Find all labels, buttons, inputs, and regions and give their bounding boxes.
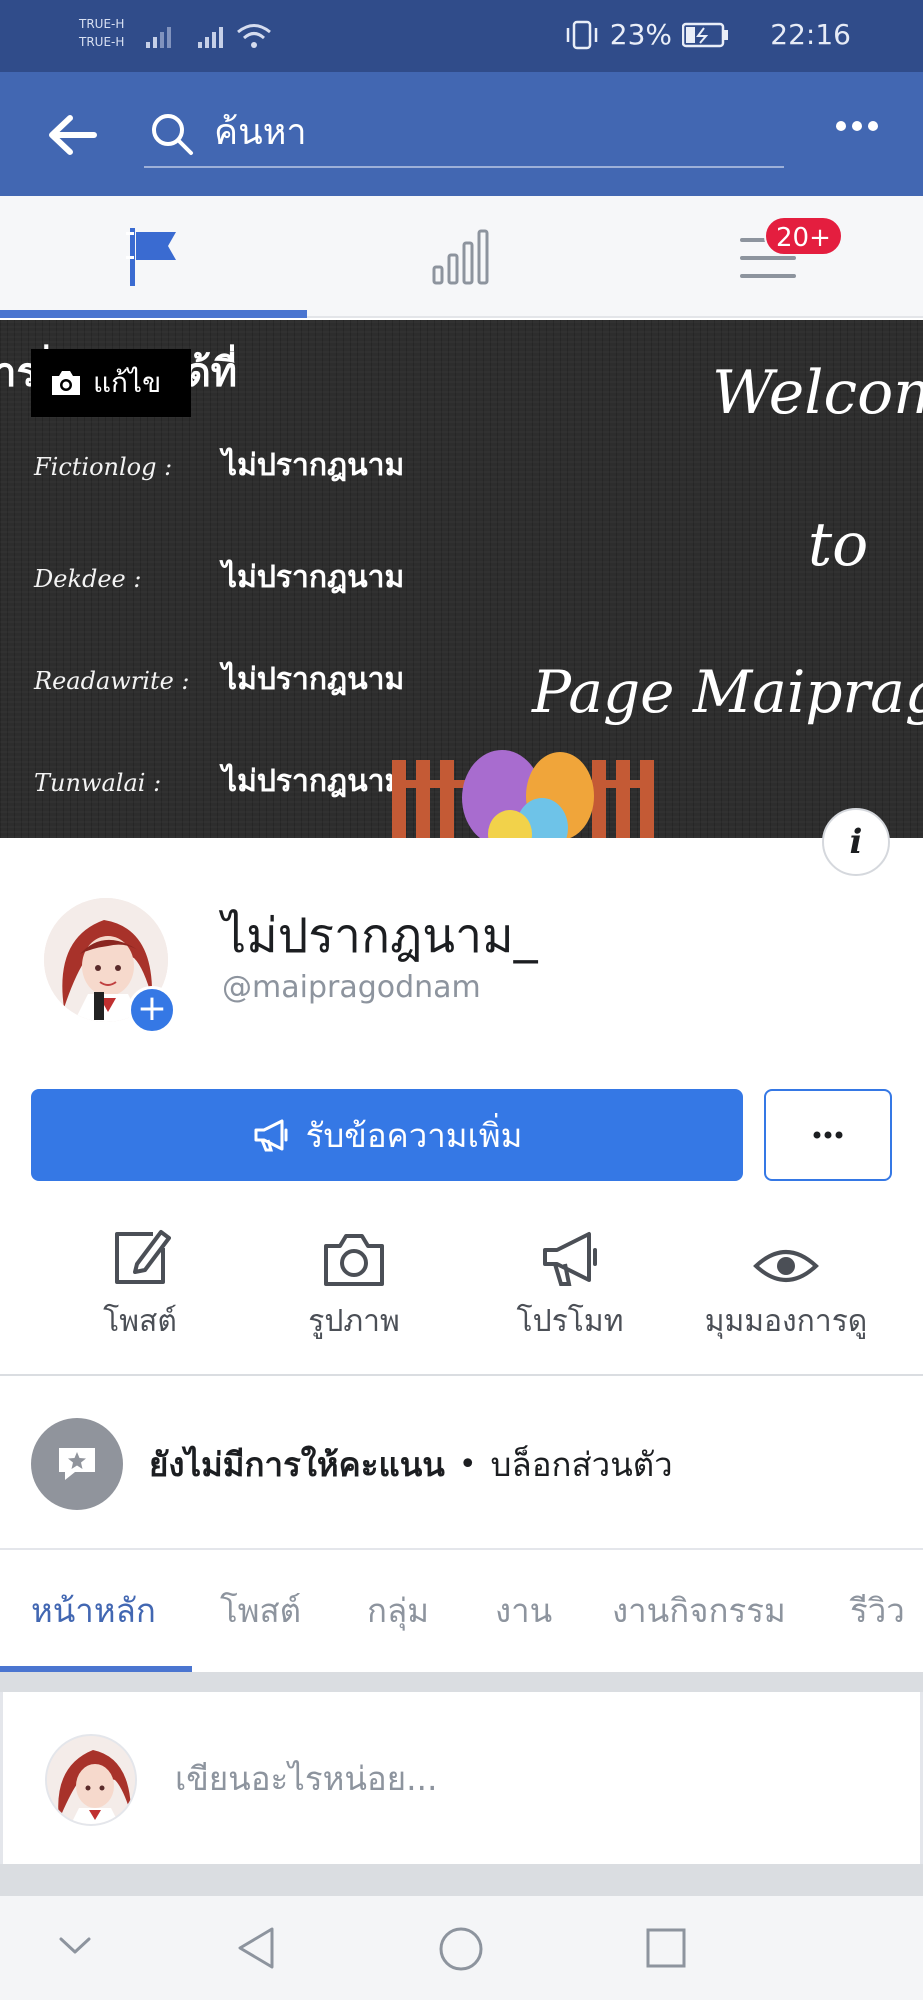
status-right: 23% [564, 18, 730, 51]
eye-icon [753, 1250, 819, 1282]
cover-welcome-line: Welcom [712, 358, 923, 428]
back-triangle-icon[interactable] [236, 1926, 276, 1970]
camera-icon [324, 1234, 384, 1286]
tab-insights[interactable] [307, 196, 614, 318]
search-input[interactable] [214, 108, 774, 156]
cover-welcome-line: to [808, 510, 869, 580]
star-bubble-icon [59, 1448, 95, 1480]
page-section-tabs: หน้าหลัก โพสต์ กลุ่ม งาน งานกิจกรรม รีวิ… [0, 1550, 923, 1674]
notification-badge: 20+ [764, 216, 843, 256]
megaphone-icon [543, 1232, 597, 1286]
active-tab-indicator [0, 310, 307, 318]
more-options-button[interactable] [764, 1089, 892, 1181]
compose-icon [115, 1230, 171, 1284]
tab-reviews[interactable]: รีวิว [850, 1584, 905, 1637]
carrier-2: TRUE-H [79, 35, 125, 49]
insights-bars-icon [432, 229, 488, 285]
tab-menu[interactable] [614, 196, 921, 318]
anime-girl-avatar-icon [47, 1736, 135, 1824]
cover-site: Tunwalai : [34, 769, 162, 797]
cover-author: ไม่ปรากฎนาม [222, 448, 405, 483]
action-photo[interactable]: รูปภาพ [244, 1222, 464, 1345]
page-category: บล็อกส่วนตัว [490, 1444, 673, 1484]
get-more-messages-button[interactable]: รับข้อความเพิ่ม [31, 1089, 743, 1181]
cover-author: ไม่ปรากฎนาม [222, 560, 405, 595]
cover-site: Dekdee : [34, 565, 142, 593]
back-button[interactable] [44, 110, 100, 160]
battery-icon [682, 22, 728, 47]
system-nav-bar [0, 1896, 923, 2000]
cover-row: Tunwalai : ไม่ปรากฎนาม [34, 758, 404, 805]
tab-posts[interactable]: โพสต์ [220, 1584, 301, 1637]
tab-groups[interactable]: กลุ่ม [367, 1584, 429, 1637]
cover-site: Fictionlog : [34, 453, 173, 481]
flag-icon [125, 228, 176, 286]
page-actions: โพสต์ รูปภาพ โปรโมท มุมมองการดู [0, 1222, 923, 1352]
action-promote[interactable]: โปรโมท [460, 1222, 680, 1345]
edit-cover-button[interactable]: แก้ไข [31, 349, 191, 417]
get-more-messages-label: รับข้อความเพิ่ม [305, 1116, 523, 1154]
carrier-1: TRUE-H [79, 17, 125, 31]
action-label: โพสต์ [103, 1304, 177, 1339]
more-dots-icon [813, 1131, 843, 1139]
cover-author: ไม่ปรากฎนาม [222, 764, 405, 799]
search-bar[interactable] [144, 100, 784, 168]
rating-status: ยังไม่มีการให้คะแนน [149, 1444, 445, 1484]
review-icon [31, 1418, 123, 1510]
tab-page[interactable] [0, 196, 307, 318]
recents-square-icon[interactable] [646, 1928, 686, 1968]
vibrate-icon [566, 20, 598, 49]
cover-photo[interactable]: าร ่าวสารได้ที่ Fictionlog : ไม่ปรากฎนาม… [0, 320, 923, 838]
action-label: รูปภาพ [308, 1304, 400, 1339]
tab-jobs[interactable]: งาน [495, 1584, 552, 1637]
avatar [45, 1734, 137, 1826]
separator-dot: • [458, 1446, 477, 1482]
edit-cover-label: แก้ไข [93, 366, 162, 399]
signal-icon [146, 27, 171, 48]
signal-icon-2 [198, 27, 223, 48]
action-view-as[interactable]: มุมมองการดู [676, 1222, 896, 1345]
facebook-page-screen: TRUE-H TRUE-H 23% 22:16 ค้นหา 20+ าร Fic… [0, 0, 923, 2000]
back-arrow-icon [49, 115, 97, 155]
camera-icon [52, 371, 80, 395]
wifi-icon [237, 24, 271, 48]
carrier-labels: TRUE-H TRUE-H [79, 15, 124, 51]
page-title: ไม่ปรากฎนาม_ [222, 908, 538, 964]
page-username: @maipragodnam [222, 970, 481, 1005]
tab-events[interactable]: งานกิจกรรม [612, 1584, 786, 1637]
cover-welcome-line: Page Maiprago [532, 658, 923, 726]
battery-percent: 23% [609, 18, 672, 51]
divider [0, 1374, 923, 1376]
profile-avatar[interactable]: + [44, 898, 176, 1034]
feed-separator [0, 1672, 923, 1692]
cover-site: Readawrite : [34, 667, 190, 695]
composer-input[interactable] [175, 1748, 875, 1808]
cover-row: Fictionlog : ไม่ปรากฎนาม [34, 442, 404, 489]
post-composer [0, 1692, 923, 1864]
info-button[interactable]: i [822, 808, 890, 876]
status-bar: TRUE-H TRUE-H 23% 22:16 [0, 0, 923, 72]
search-icon [152, 114, 193, 155]
tab-home[interactable]: หน้าหลัก [31, 1584, 156, 1637]
cover-author: ไม่ปรากฎนาม [222, 662, 405, 697]
home-circle-icon[interactable] [438, 1926, 484, 1972]
action-post[interactable]: โพสต์ [30, 1222, 250, 1345]
easter-eggs-fence-icon [392, 750, 654, 838]
feed-separator [0, 1864, 923, 1896]
cover-row: Readawrite : ไม่ปรากฎนาม [34, 656, 404, 703]
top-bar [0, 72, 923, 196]
chevron-down-icon[interactable] [58, 1936, 92, 1956]
status-time: 22:16 [770, 18, 851, 51]
megaphone-icon [254, 1119, 288, 1152]
action-label: โปรโมท [516, 1304, 624, 1339]
more-dots-icon[interactable] [835, 120, 879, 132]
action-label: มุมมองการดู [704, 1304, 868, 1339]
add-profile-photo-button[interactable]: + [128, 986, 176, 1034]
page-manager-tabs: 20+ [0, 196, 923, 318]
rating-row: ยังไม่มีการให้คะแนน • บล็อกส่วนตัว [31, 1418, 673, 1510]
cover-row: Dekdee : ไม่ปรากฎนาม [34, 554, 404, 601]
